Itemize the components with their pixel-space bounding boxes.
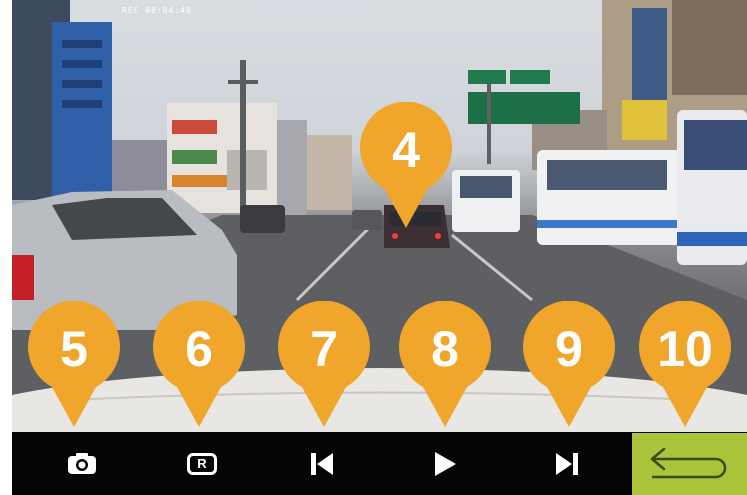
callout-number: 10 [657,321,713,377]
skip-next-icon [556,452,578,475]
record-icon: R [187,452,217,475]
callout-number: 4 [392,122,420,178]
callout-6: 6 [151,301,247,429]
callout-4: 4 [358,102,454,230]
skip-previous-icon [311,452,333,475]
callout-7: 7 [276,301,372,429]
callout-number: 7 [310,321,338,377]
return-arrow-icon [650,447,727,479]
callout-number: 5 [60,321,88,377]
callout-10: 10 [637,301,733,429]
back-button[interactable] [632,433,747,495]
callout-5: 5 [26,301,122,429]
callout-number: 8 [431,321,459,377]
snapshot-button[interactable] [42,432,122,495]
play-button[interactable] [405,432,485,495]
play-icon [435,451,456,476]
callout-8: 8 [397,301,493,429]
camera-icon [68,452,96,474]
record-icon-label: R [197,456,207,471]
record-button[interactable]: R [162,432,242,495]
recording-timestamp: REC 00:04:40 [122,6,192,15]
next-button[interactable] [527,432,607,495]
dashcam-player: REC 00:04:40 R 4 5 6 7 8 9 10 [12,0,747,495]
callout-number: 9 [555,321,583,377]
previous-button[interactable] [282,432,362,495]
callout-number: 6 [185,321,213,377]
callout-9: 9 [521,301,617,429]
